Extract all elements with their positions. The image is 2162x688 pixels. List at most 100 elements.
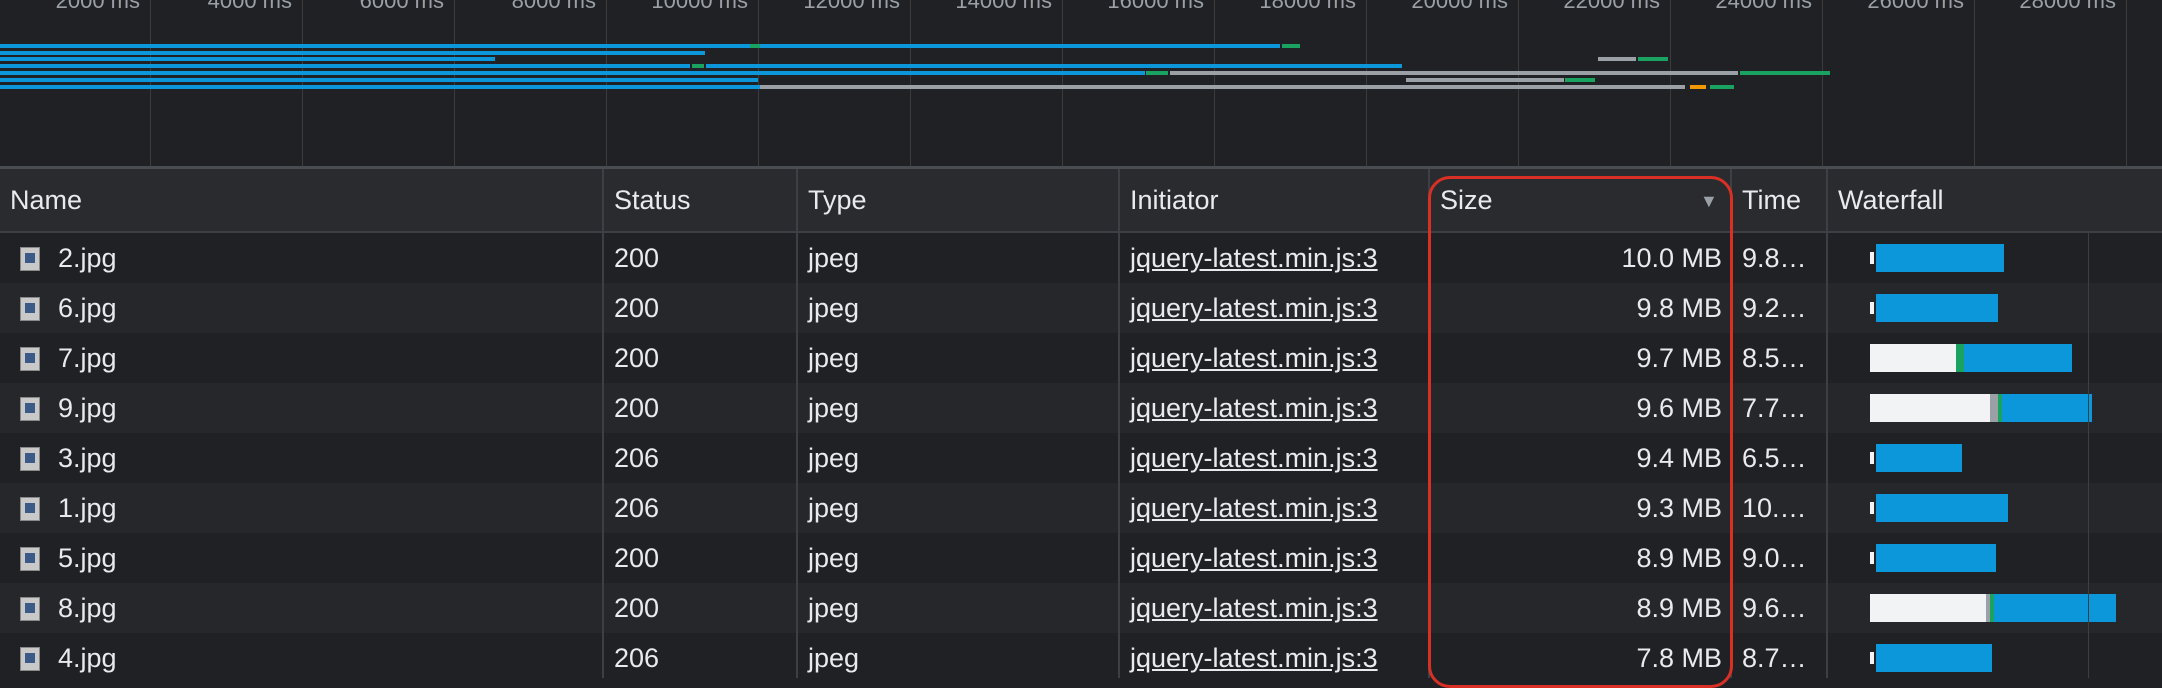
image-file-icon — [20, 397, 40, 421]
table-row[interactable]: 7.jpg 200 jpeg jquery-latest.min.js:3 9.… — [0, 333, 2162, 383]
waterfall-gridline — [2088, 231, 2089, 678]
row-type: jpeg — [808, 393, 860, 423]
row-size: 9.3 MB — [1636, 493, 1722, 523]
column-resizer[interactable] — [1826, 169, 1828, 678]
overview-bar — [1598, 57, 1636, 61]
row-initiator-link[interactable]: jquery-latest.min.js:3 — [1120, 283, 1430, 333]
waterfall-download-bar[interactable] — [1876, 294, 1998, 322]
column-header-initiator[interactable]: Initiator — [1120, 169, 1430, 231]
waterfall-download-bar[interactable] — [2002, 394, 2092, 422]
row-time: 8.7… — [1742, 643, 1807, 673]
waterfall-download-bar[interactable] — [1876, 644, 1992, 672]
row-initiator-link[interactable]: jquery-latest.min.js:3 — [1120, 633, 1430, 678]
table-row[interactable]: 8.jpg 200 jpeg jquery-latest.min.js:3 8.… — [0, 583, 2162, 633]
column-resizer[interactable] — [1118, 169, 1120, 678]
overview-bar — [1282, 44, 1300, 48]
waterfall-waiting-bar[interactable] — [1870, 344, 1956, 372]
waterfall-download-bar[interactable] — [1876, 244, 2004, 272]
tick-line — [2126, 0, 2127, 166]
column-header-size[interactable]: Size — [1430, 169, 1732, 231]
tick-label: 14000 ms — [955, 0, 1052, 13]
row-name[interactable]: 1.jpg — [48, 483, 604, 533]
row-status: 206 — [614, 643, 660, 673]
waterfall-connect-bar[interactable] — [1956, 344, 1964, 372]
overview-bar — [535, 71, 1145, 75]
overview-bar — [0, 51, 705, 55]
column-header-time[interactable]: Time — [1732, 169, 1828, 231]
column-header-name[interactable]: Name — [0, 169, 604, 231]
column-header-waterfall[interactable]: Waterfall — [1828, 169, 2162, 231]
waterfall-stalled-bar[interactable] — [1990, 394, 1998, 422]
tick-label: 18000 ms — [1259, 0, 1356, 13]
waterfall-download-bar[interactable] — [1994, 594, 2116, 622]
image-file-icon — [20, 297, 40, 321]
row-type: jpeg — [808, 493, 860, 523]
overview-bar — [1170, 71, 1738, 75]
column-resizer[interactable] — [796, 169, 798, 678]
triangle-down-icon[interactable]: ▼ — [1700, 192, 1718, 210]
waterfall-waiting-bar[interactable] — [1870, 394, 1990, 422]
column-header-status[interactable]: Status — [604, 169, 798, 231]
tick-line — [1062, 0, 1063, 166]
network-table: Name Status Type Initiator Size ▼ Time W… — [0, 169, 2162, 678]
row-type: jpeg — [808, 443, 860, 473]
waterfall-queue-tick — [1870, 502, 1874, 514]
waterfall-download-bar[interactable] — [1876, 444, 1962, 472]
row-initiator-link[interactable]: jquery-latest.min.js:3 — [1120, 483, 1430, 533]
row-name[interactable]: 9.jpg — [48, 383, 604, 433]
table-row[interactable]: 3.jpg 206 jpeg jquery-latest.min.js:3 9.… — [0, 433, 2162, 483]
row-initiator-link[interactable]: jquery-latest.min.js:3 — [1120, 333, 1430, 383]
waterfall-waiting-bar[interactable] — [1870, 594, 1986, 622]
waterfall-download-bar[interactable] — [1876, 494, 2008, 522]
column-header-type[interactable]: Type — [798, 169, 1120, 231]
tick-label: 10000 ms — [651, 0, 748, 13]
row-initiator-link[interactable]: jquery-latest.min.js:3 — [1120, 233, 1430, 283]
row-size: 9.7 MB — [1636, 343, 1722, 373]
overview-bar — [0, 57, 495, 61]
table-row[interactable]: 1.jpg 206 jpeg jquery-latest.min.js:3 9.… — [0, 483, 2162, 533]
table-row[interactable]: 5.jpg 200 jpeg jquery-latest.min.js:3 8.… — [0, 533, 2162, 583]
waterfall-download-bar[interactable] — [1964, 344, 2072, 372]
waterfall-queue-tick — [1870, 452, 1874, 464]
overview-timeline[interactable]: 2000 ms 4000 ms 6000 ms 8000 ms 10000 ms… — [0, 0, 2162, 166]
tick-label: 16000 ms — [1107, 0, 1204, 13]
tick-label: 24000 ms — [1715, 0, 1812, 13]
row-name[interactable]: 5.jpg — [48, 533, 604, 583]
column-resizer[interactable] — [1428, 169, 1430, 678]
row-status: 200 — [614, 243, 660, 273]
image-file-icon — [20, 347, 40, 371]
table-header: Name Status Type Initiator Size ▼ Time W… — [0, 169, 2162, 233]
row-type: jpeg — [808, 543, 860, 573]
column-resizer[interactable] — [602, 169, 604, 678]
image-file-icon — [20, 647, 40, 671]
tick-line — [302, 0, 303, 166]
row-name[interactable]: 8.jpg — [48, 583, 604, 633]
tick-line — [606, 0, 607, 166]
waterfall-download-bar[interactable] — [1876, 544, 1996, 572]
row-status: 200 — [614, 543, 660, 573]
row-size: 9.8 MB — [1636, 293, 1722, 323]
overview-bar — [750, 44, 760, 48]
row-name[interactable]: 7.jpg — [48, 333, 604, 383]
overview-bar — [1740, 71, 1830, 75]
row-type: jpeg — [808, 593, 860, 623]
row-size: 9.6 MB — [1636, 393, 1722, 423]
table-row[interactable]: 4.jpg 206 jpeg jquery-latest.min.js:3 7.… — [0, 633, 2162, 678]
overview-bar — [1406, 78, 1564, 82]
row-name[interactable]: 4.jpg — [48, 633, 604, 678]
table-row[interactable]: 6.jpg 200 jpeg jquery-latest.min.js:3 9.… — [0, 283, 2162, 333]
row-initiator-link[interactable]: jquery-latest.min.js:3 — [1120, 533, 1430, 583]
tick-label: 12000 ms — [803, 0, 900, 13]
waterfall-queue-tick — [1870, 652, 1874, 664]
image-file-icon — [20, 597, 40, 621]
row-initiator-link[interactable]: jquery-latest.min.js:3 — [1120, 433, 1430, 483]
row-name[interactable]: 6.jpg — [48, 283, 604, 333]
column-resizer[interactable] — [1730, 169, 1732, 678]
row-name[interactable]: 2.jpg — [48, 233, 604, 283]
table-row[interactable]: 9.jpg 200 jpeg jquery-latest.min.js:3 9.… — [0, 383, 2162, 433]
row-name[interactable]: 3.jpg — [48, 433, 604, 483]
row-initiator-link[interactable]: jquery-latest.min.js:3 — [1120, 383, 1430, 433]
row-initiator-link[interactable]: jquery-latest.min.js:3 — [1120, 583, 1430, 633]
table-row[interactable]: 2.jpg 200 jpeg jquery-latest.min.js:3 10… — [0, 233, 2162, 283]
row-status: 200 — [614, 393, 660, 423]
